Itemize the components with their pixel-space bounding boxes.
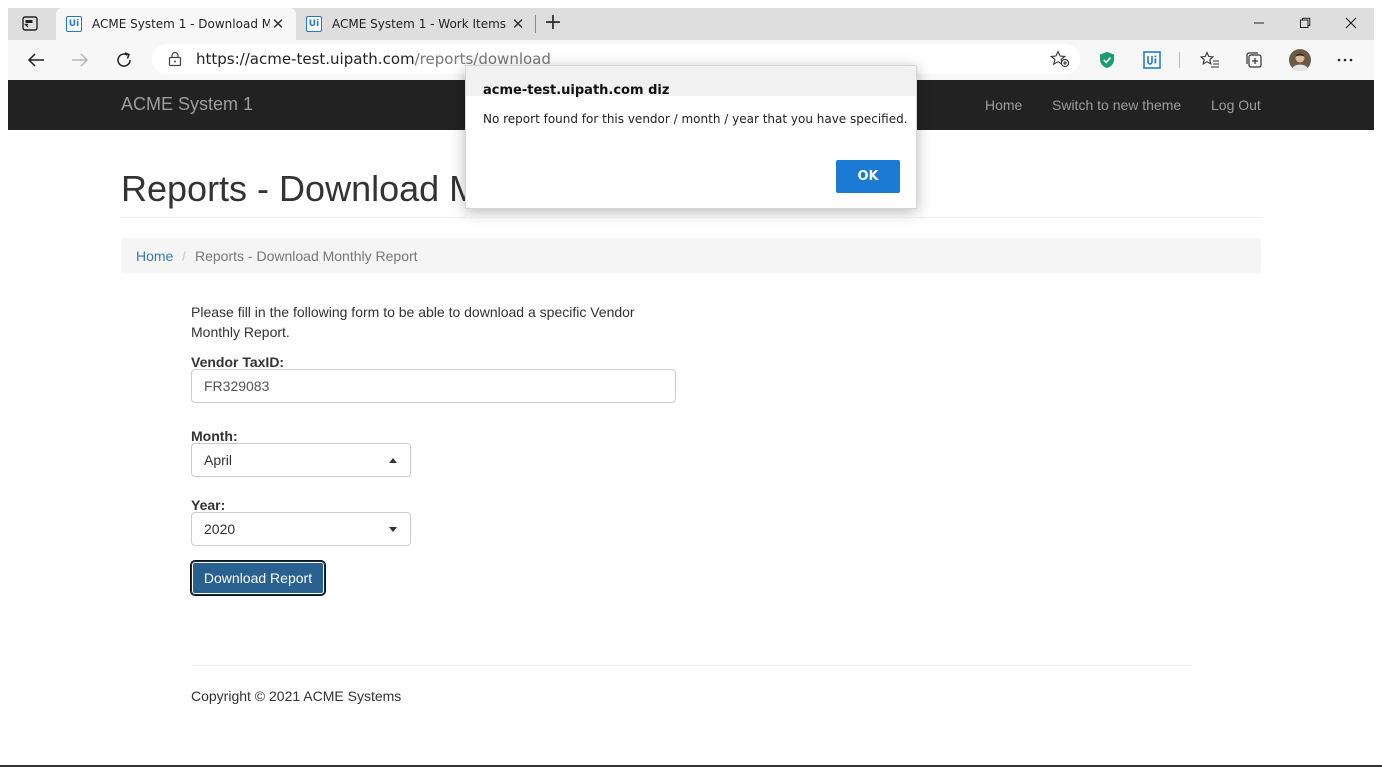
vendor-taxid-input[interactable] <box>191 369 676 403</box>
alert-dialog: acme-test.uipath.com diz No report found… <box>465 65 917 209</box>
tab-work-items[interactable]: Ui ACME System 1 - Work Items ✕ <box>296 8 536 40</box>
tab-title: ACME System 1 - Work Items <box>332 17 507 31</box>
form-intro-text: Please fill in the following form to be … <box>191 304 635 340</box>
breadcrumb-home-link[interactable]: Home <box>136 248 173 264</box>
browser-window: Ui ACME System 1 - Download Mon ✕ Ui ACM… <box>8 8 1374 776</box>
caret-down-icon <box>389 527 397 532</box>
vendor-taxid-label: Vendor TaxID: <box>191 354 285 370</box>
tab-actions-icon[interactable] <box>22 16 40 32</box>
more-icon[interactable] <box>1334 49 1356 71</box>
year-select[interactable]: 2020 <box>191 512 411 546</box>
year-label: Year: <box>191 497 226 513</box>
favorites-add-icon[interactable] <box>1049 50 1070 68</box>
lock-icon[interactable] <box>168 51 182 67</box>
dialog-message: No report found for this vendor / month … <box>483 112 908 126</box>
favorites-icon[interactable] <box>1199 49 1221 71</box>
shield-extension-icon[interactable] <box>1096 49 1118 71</box>
forward-icon[interactable] <box>67 48 93 72</box>
breadcrumb-current: Reports - Download Monthly Report <box>195 248 418 264</box>
nav-home-link[interactable]: Home <box>985 97 1022 113</box>
close-tab-icon[interactable]: ✕ <box>510 16 526 32</box>
footer-divider <box>191 665 1191 666</box>
url-host: https://acme-test.uipath.com <box>196 50 415 68</box>
profile-avatar[interactable] <box>1289 49 1311 71</box>
tab-download-report[interactable]: Ui ACME System 1 - Download Mon ✕ <box>56 8 296 40</box>
collections-icon[interactable] <box>1243 49 1265 71</box>
download-report-button[interactable]: Download Report <box>190 560 326 596</box>
copyright-text: Copyright © 2021 ACME Systems <box>191 688 402 704</box>
minimize-icon[interactable] <box>1236 8 1282 38</box>
month-select[interactable]: April <box>191 443 411 477</box>
month-selected-value: April <box>204 452 233 468</box>
year-selected-value: 2020 <box>204 521 236 537</box>
close-window-icon[interactable] <box>1328 8 1374 38</box>
breadcrumb-separator: / <box>182 248 186 264</box>
uipath-extension-icon[interactable] <box>1141 49 1163 71</box>
dialog-ok-button[interactable]: OK <box>836 160 900 193</box>
screen: Ui ACME System 1 - Download Mon ✕ Ui ACM… <box>0 0 1382 784</box>
tab-title: ACME System 1 - Download Mon <box>92 17 270 31</box>
new-tab-icon[interactable]: + <box>542 12 564 36</box>
back-icon[interactable] <box>23 48 49 72</box>
month-label: Month: <box>191 428 238 444</box>
tab-separator <box>535 15 536 33</box>
dialog-title: acme-test.uipath.com diz <box>483 83 670 98</box>
close-tab-icon[interactable]: ✕ <box>270 16 286 32</box>
uipath-favicon-icon: Ui <box>306 16 322 32</box>
nav-logout-link[interactable]: Log Out <box>1211 97 1261 113</box>
toolbar-separator <box>1179 52 1180 68</box>
uipath-favicon-icon: Ui <box>66 16 82 32</box>
refresh-icon[interactable] <box>111 48 137 72</box>
restore-icon[interactable] <box>1282 8 1328 38</box>
caret-up-icon <box>389 458 397 463</box>
taskbar-edge <box>0 765 1382 767</box>
tab-strip: Ui ACME System 1 - Download Mon ✕ Ui ACM… <box>8 8 1374 40</box>
breadcrumb: Home / Reports - Download Monthly Report <box>121 238 1261 273</box>
site-brand[interactable]: ACME System 1 <box>121 94 253 115</box>
nav-switch-theme-link[interactable]: Switch to new theme <box>1052 97 1181 113</box>
